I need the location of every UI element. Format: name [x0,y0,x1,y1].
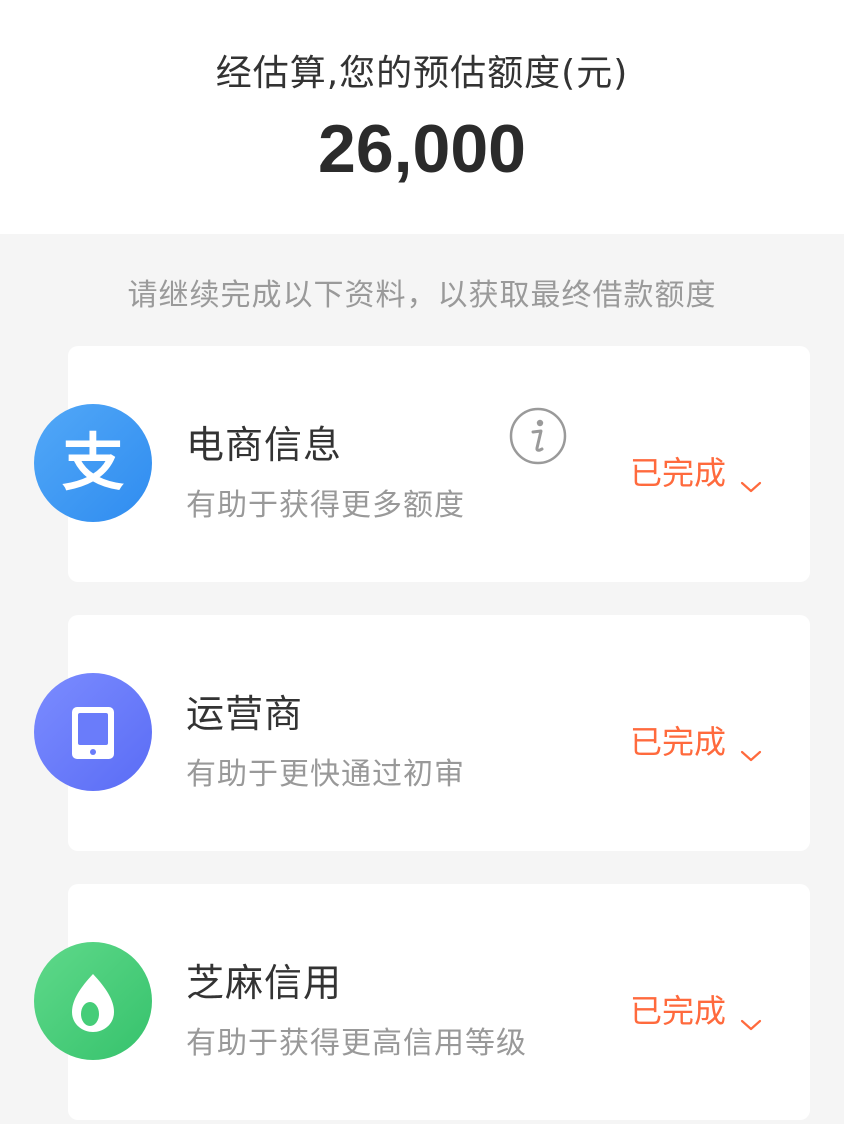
status-completed[interactable]: 已完成 [630,448,762,494]
phone-icon [34,673,152,791]
status-label: 已完成 [629,992,726,1030]
card-subtitle: 有助于获得更高信用等级 [186,1026,527,1061]
card-title: 运营商 [186,692,304,736]
status-label: 已完成 [629,454,726,492]
chevron-down-icon [740,1002,762,1031]
instruction-text: 请继续完成以下资料，以获取最终借款额度 [127,278,717,313]
quota-header: 经估算,您的预估额度(元) 26,000 [0,0,844,234]
alipay-icon: 支 [34,404,152,522]
chevron-down-icon [740,733,762,762]
card-title: 电商信息 [186,423,343,467]
chevron-down-icon [740,464,762,493]
sesame-credit-card[interactable]: 芝麻信用 有助于获得更高信用等级 已完成 [34,884,810,1120]
carrier-card[interactable]: 运营商 有助于更快通过初审 已完成 [34,615,810,851]
svg-text:支: 支 [62,426,124,499]
status-label: 已完成 [629,723,726,761]
status-completed[interactable]: 已完成 [630,986,762,1032]
card-title: 芝麻信用 [186,961,343,1005]
ecommerce-info-card[interactable]: 支 电商信息 有助于获得更多额度 已完成 [34,346,810,582]
quota-amount: 26,000 [318,111,526,187]
card-subtitle: 有助于获得更多额度 [186,488,465,523]
card-subtitle: 有助于更快通过初审 [186,757,465,792]
status-completed[interactable]: 已完成 [630,717,762,763]
info-icon[interactable] [508,406,568,466]
quota-title: 经估算,您的预估额度(元) [215,53,629,94]
sesame-icon [34,942,152,1060]
